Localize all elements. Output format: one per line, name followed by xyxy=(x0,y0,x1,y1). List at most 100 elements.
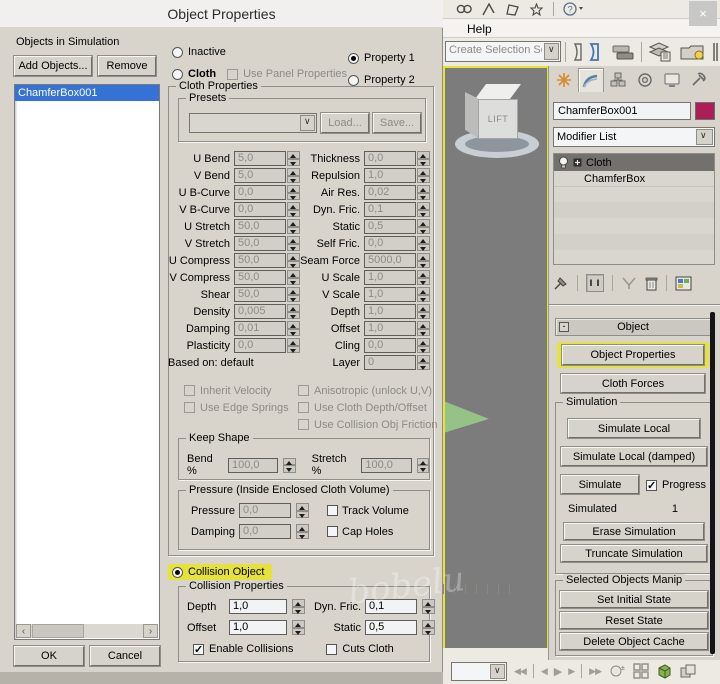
key-mode-toggle-icon[interactable]: ± xyxy=(608,663,626,679)
simulate-button[interactable]: Simulate xyxy=(561,475,639,494)
help-icon[interactable]: ? xyxy=(563,2,585,16)
viewcube-front-face[interactable]: LIFT xyxy=(478,99,518,139)
delete-object-cache-button[interactable]: Delete Object Cache xyxy=(560,633,708,650)
stack-item-cloth[interactable]: Cloth xyxy=(554,154,714,171)
anisotropic-checkbox[interactable] xyxy=(298,385,309,396)
lightbulb-icon[interactable] xyxy=(558,156,569,169)
tab-hierarchy[interactable] xyxy=(605,68,631,92)
cap-holes-checkbox[interactable] xyxy=(327,526,338,537)
objects-list[interactable]: ChamferBox001 ‹ › xyxy=(14,84,160,640)
param-input[interactable]: 0,0 xyxy=(234,185,286,200)
bend-input[interactable]: 100,0 xyxy=(228,458,278,473)
pressure-input[interactable]: 0,0 xyxy=(239,503,291,518)
param-input[interactable]: 0 xyxy=(364,355,416,370)
property1-radio[interactable] xyxy=(348,53,359,64)
edit-named-sets-icon[interactable] xyxy=(571,42,605,62)
menu-help[interactable]: Help xyxy=(467,22,492,36)
simulate-local-damped-button[interactable]: Simulate Local (damped) xyxy=(561,447,707,466)
scrollbar-thumb[interactable] xyxy=(32,624,84,638)
expand-plus-icon[interactable] xyxy=(573,158,582,167)
erase-simulation-button[interactable]: Erase Simulation xyxy=(564,523,704,540)
static-input[interactable]: 0,5 xyxy=(365,620,417,635)
collision-object-radio[interactable] xyxy=(172,567,183,578)
param-input[interactable]: 0,01 xyxy=(234,321,286,336)
combo-dropdown-icon[interactable] xyxy=(490,664,505,679)
progress-checkbox[interactable] xyxy=(646,480,657,491)
use-panel-properties-checkbox[interactable] xyxy=(227,69,238,80)
zoom-extents-all-icon[interactable] xyxy=(680,663,698,680)
truncate-simulation-button[interactable]: Truncate Simulation xyxy=(561,545,707,562)
spinner[interactable] xyxy=(296,503,309,518)
spinner[interactable] xyxy=(417,202,430,217)
panel-scrollbar[interactable] xyxy=(710,312,715,654)
spinner[interactable] xyxy=(417,270,430,285)
zoom-all-icon[interactable] xyxy=(633,663,649,679)
modifier-list-dropdown[interactable]: Modifier List xyxy=(553,127,715,147)
track-volume-checkbox[interactable] xyxy=(327,505,338,516)
param-input[interactable]: 50,0 xyxy=(234,270,286,285)
param-input[interactable]: 1,0 xyxy=(364,287,416,302)
previous-frame-button[interactable]: ◀ xyxy=(541,666,547,677)
tab-display[interactable] xyxy=(659,68,685,92)
param-input[interactable]: 0,0 xyxy=(234,338,286,353)
spinner[interactable] xyxy=(417,458,429,473)
cuts-cloth-checkbox[interactable] xyxy=(326,644,337,655)
param-input[interactable]: 50,0 xyxy=(234,253,286,268)
remove-button[interactable]: Remove xyxy=(98,56,156,76)
time-tag-combo[interactable] xyxy=(451,662,507,681)
tab-modify[interactable] xyxy=(578,68,604,92)
spinner[interactable] xyxy=(283,458,295,473)
configure-modifier-sets-icon[interactable] xyxy=(675,276,692,291)
named-selection-set-combo[interactable]: Create Selection Se xyxy=(445,41,561,62)
param-input[interactable]: 50,0 xyxy=(234,287,286,302)
depth-input[interactable]: 1,0 xyxy=(229,599,287,614)
spinner[interactable] xyxy=(417,304,430,319)
spinner[interactable] xyxy=(417,236,430,251)
spinner[interactable] xyxy=(292,620,305,635)
material-browser-icon[interactable] xyxy=(679,41,713,63)
param-input[interactable]: 1,0 xyxy=(364,321,416,336)
spinner[interactable] xyxy=(417,355,430,370)
go-to-end-button[interactable]: ▶▶ xyxy=(589,666,601,677)
combo-dropdown-icon[interactable] xyxy=(544,43,559,60)
tab-utilities[interactable] xyxy=(686,68,712,92)
star-selection-icon[interactable] xyxy=(529,3,544,16)
param-input[interactable]: 50,0 xyxy=(234,219,286,234)
object-name-field[interactable]: ChamferBox001 xyxy=(553,102,691,120)
param-input[interactable]: 0,0 xyxy=(364,338,416,353)
align-icon[interactable] xyxy=(611,44,635,60)
make-unique-icon[interactable] xyxy=(621,276,637,290)
fence-selection-icon[interactable] xyxy=(505,3,520,16)
load-button[interactable]: Load... xyxy=(321,113,369,133)
close-icon[interactable]: × xyxy=(689,1,717,26)
param-input[interactable]: 50,0 xyxy=(234,236,286,251)
tab-create[interactable] xyxy=(551,68,577,92)
add-objects-button[interactable]: Add Objects... xyxy=(14,56,92,76)
damping-input[interactable]: 0,0 xyxy=(239,524,291,539)
scroll-right-icon[interactable]: › xyxy=(143,624,158,638)
param-input[interactable]: 0,5 xyxy=(364,219,416,234)
spinner[interactable] xyxy=(417,338,430,353)
param-input[interactable]: 0,0 xyxy=(364,151,416,166)
spinner[interactable] xyxy=(292,599,305,614)
cancel-button[interactable]: Cancel xyxy=(90,646,160,666)
combo-dropdown-icon[interactable] xyxy=(300,115,315,131)
viewcube[interactable]: LIFT xyxy=(453,84,541,162)
inactive-radio[interactable] xyxy=(172,47,183,58)
stack-item-chamferbox[interactable]: ChamferBox xyxy=(554,171,714,187)
next-frame-button[interactable]: ▶ xyxy=(568,666,574,677)
param-input[interactable]: 0,005 xyxy=(234,304,286,319)
dialog-titlebar[interactable]: Object Properties xyxy=(0,0,443,28)
use-edge-springs-checkbox[interactable] xyxy=(184,402,195,413)
cloth-radio[interactable] xyxy=(172,69,183,80)
simulate-local-button[interactable]: Simulate Local xyxy=(568,419,700,438)
layer-manager-icon[interactable] xyxy=(647,41,673,63)
reset-state-button[interactable]: Reset State xyxy=(560,612,708,629)
param-input[interactable]: 0,0 xyxy=(364,236,416,251)
tab-motion[interactable] xyxy=(632,68,658,92)
object-properties-button[interactable]: Object Properties xyxy=(562,345,704,365)
param-input[interactable]: 1,0 xyxy=(364,168,416,183)
spinner[interactable] xyxy=(422,599,435,614)
track-bar-ticks[interactable] xyxy=(443,584,515,594)
use-collision-friction-checkbox[interactable] xyxy=(298,419,309,430)
